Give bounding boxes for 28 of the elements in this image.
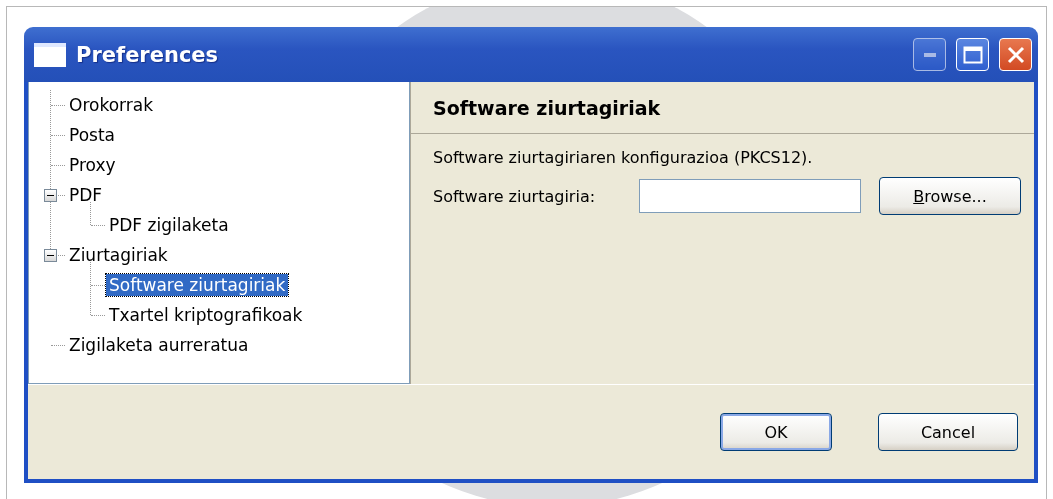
window-icon xyxy=(34,42,66,67)
panel-title: Software ziurtagiriak xyxy=(433,96,661,119)
tree-item[interactable]: PDF zigilaketa xyxy=(106,214,232,236)
minus-icon xyxy=(47,252,54,259)
collapse-toggle[interactable] xyxy=(44,249,57,262)
dialog-button[interactable]: Cancel xyxy=(878,413,1018,451)
minimize-icon xyxy=(923,52,936,57)
browse-button[interactable]: Browse... xyxy=(879,177,1021,215)
field-label: Software ziurtagiria: xyxy=(433,186,597,206)
tree-item[interactable]: Txartel kriptografikoak xyxy=(106,304,306,326)
input-field[interactable] xyxy=(639,179,861,213)
tree-item[interactable]: Orokorrak xyxy=(66,94,156,116)
close-icon xyxy=(1006,45,1025,64)
maximize-icon xyxy=(962,45,983,64)
dialog-button[interactable]: OK xyxy=(720,413,832,451)
tree-item[interactable]: PDF xyxy=(66,184,106,206)
tree-item[interactable]: Software ziurtagiriak xyxy=(106,274,289,296)
description-text: Software ziurtagiriaren konfigurazioa (PKCS12). xyxy=(433,148,814,167)
minus-icon xyxy=(47,192,54,199)
tree-item[interactable]: Posta xyxy=(66,124,118,146)
collapse-toggle[interactable] xyxy=(44,189,57,202)
maximize-button[interactable] xyxy=(956,38,989,71)
tree-item[interactable]: Proxy xyxy=(66,154,119,176)
minimize-button[interactable] xyxy=(913,38,946,71)
window-title: Preferences xyxy=(76,42,220,67)
tree-item[interactable]: Zigilaketa aurreratua xyxy=(66,334,252,356)
close-button[interactable] xyxy=(999,38,1032,71)
tree-item[interactable]: Ziurtagiriak xyxy=(66,244,171,266)
